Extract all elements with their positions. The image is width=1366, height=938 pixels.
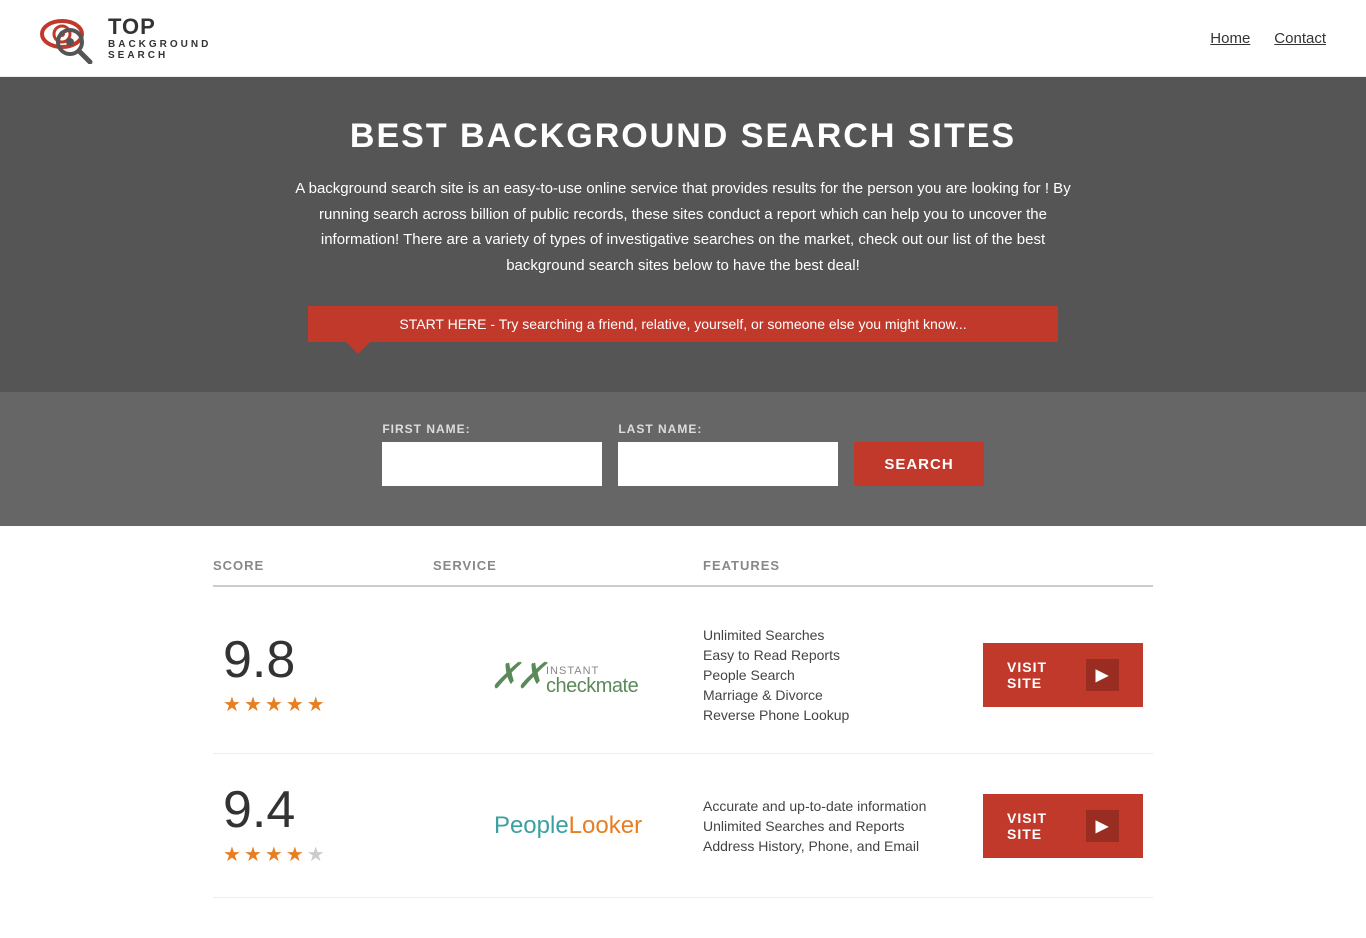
logo-tagline: BACKGROUNDSEARCH: [108, 39, 211, 61]
svg-text:✗: ✗: [516, 655, 548, 696]
features-cell-2: Accurate and up-to-date information Unli…: [703, 798, 973, 854]
logo-brand: TOP: [108, 15, 211, 39]
score-cell-2: 9.4 ★ ★ ★ ★ ★: [213, 784, 433, 867]
col-features: FEATURES: [703, 558, 973, 573]
table-header: SCORE SERVICE FEATURES: [213, 546, 1153, 587]
visit-arrow-1: ▶: [1086, 659, 1119, 691]
star-2-3: ★: [265, 842, 283, 867]
last-name-input[interactable]: [618, 442, 838, 486]
feature-1-2: Easy to Read Reports: [703, 647, 973, 663]
visit-cell-1: VISIT SITE ▶: [973, 643, 1153, 707]
feature-1-5: Reverse Phone Lookup: [703, 707, 973, 723]
visit-label-1: VISIT SITE: [1007, 659, 1076, 691]
star-4: ★: [286, 692, 304, 717]
score-number-1: 9.8: [223, 634, 295, 686]
star-5: ★: [307, 692, 325, 717]
logo-icon: [40, 12, 102, 64]
star-2-4: ★: [286, 842, 304, 867]
svg-text:checkmate: checkmate: [546, 675, 639, 697]
features-cell-1: Unlimited Searches Easy to Read Reports …: [703, 627, 973, 723]
first-name-group: FIRST NAME:: [382, 422, 602, 486]
service-cell-1: ✗ ✗ INSTANT checkmate: [433, 648, 703, 703]
main-nav: Home Contact: [1210, 30, 1326, 47]
star-2: ★: [244, 692, 262, 717]
last-name-label: LAST NAME:: [618, 422, 838, 436]
visit-cell-2: VISIT SITE ▶: [973, 794, 1153, 858]
star-1: ★: [223, 692, 241, 717]
peoplelooker-people: People: [494, 812, 569, 839]
star-2-5: ★: [307, 842, 325, 867]
score-cell-1: 9.8 ★ ★ ★ ★ ★: [213, 634, 433, 717]
nav-contact[interactable]: Contact: [1274, 30, 1326, 47]
visit-button-2[interactable]: VISIT SITE ▶: [983, 794, 1143, 858]
table-row: 9.8 ★ ★ ★ ★ ★ ✗ ✗ INSTANT checkmate: [213, 597, 1153, 754]
last-name-group: LAST NAME:: [618, 422, 838, 486]
feature-1-1: Unlimited Searches: [703, 627, 973, 643]
col-service: SERVICE: [433, 558, 703, 573]
hero-description: A background search site is an easy-to-u…: [293, 176, 1073, 278]
star-2-1: ★: [223, 842, 241, 867]
score-number-2: 9.4: [223, 784, 295, 836]
first-name-label: FIRST NAME:: [382, 422, 602, 436]
checkmate-logo: ✗ ✗ INSTANT checkmate: [488, 648, 648, 703]
col-score: SCORE: [213, 558, 433, 573]
star-3: ★: [265, 692, 283, 717]
peoplelooker-looker: Looker: [569, 812, 642, 839]
feature-1-4: Marriage & Divorce: [703, 687, 973, 703]
callout-banner: START HERE - Try searching a friend, rel…: [308, 306, 1058, 342]
peoplelooker-logo: PeopleLooker: [494, 812, 642, 840]
first-name-input[interactable]: [382, 442, 602, 486]
feature-1-3: People Search: [703, 667, 973, 683]
hero-section: BEST BACKGROUND SEARCH SITES A backgroun…: [0, 77, 1366, 392]
stars-2: ★ ★ ★ ★ ★: [223, 842, 325, 867]
star-2-2: ★: [244, 842, 262, 867]
feature-2-1: Accurate and up-to-date information: [703, 798, 973, 814]
results-table: SCORE SERVICE FEATURES 9.8 ★ ★ ★ ★ ★ ✗ ✗: [193, 526, 1173, 938]
feature-2-3: Address History, Phone, and Email: [703, 838, 973, 854]
search-form-area: FIRST NAME: LAST NAME: SEARCH: [0, 392, 1366, 526]
service-cell-2: PeopleLooker: [433, 812, 703, 840]
table-row: 9.4 ★ ★ ★ ★ ★ PeopleLooker Accurate and …: [213, 754, 1153, 898]
logo-text: TOP BACKGROUNDSEARCH: [108, 15, 211, 61]
stars-1: ★ ★ ★ ★ ★: [223, 692, 325, 717]
checkmate-logo-svg: ✗ ✗ INSTANT checkmate: [488, 648, 648, 703]
header: TOP BACKGROUNDSEARCH Home Contact: [0, 0, 1366, 77]
nav-home[interactable]: Home: [1210, 30, 1250, 47]
visit-arrow-2: ▶: [1086, 810, 1119, 842]
visit-label-2: VISIT SITE: [1007, 810, 1076, 842]
visit-button-1[interactable]: VISIT SITE ▶: [983, 643, 1143, 707]
feature-2-2: Unlimited Searches and Reports: [703, 818, 973, 834]
hero-title: BEST BACKGROUND SEARCH SITES: [20, 117, 1346, 156]
logo: TOP BACKGROUNDSEARCH: [40, 12, 211, 64]
col-action: [973, 558, 1153, 573]
search-button[interactable]: SEARCH: [854, 442, 983, 486]
search-form: FIRST NAME: LAST NAME: SEARCH: [20, 422, 1346, 486]
